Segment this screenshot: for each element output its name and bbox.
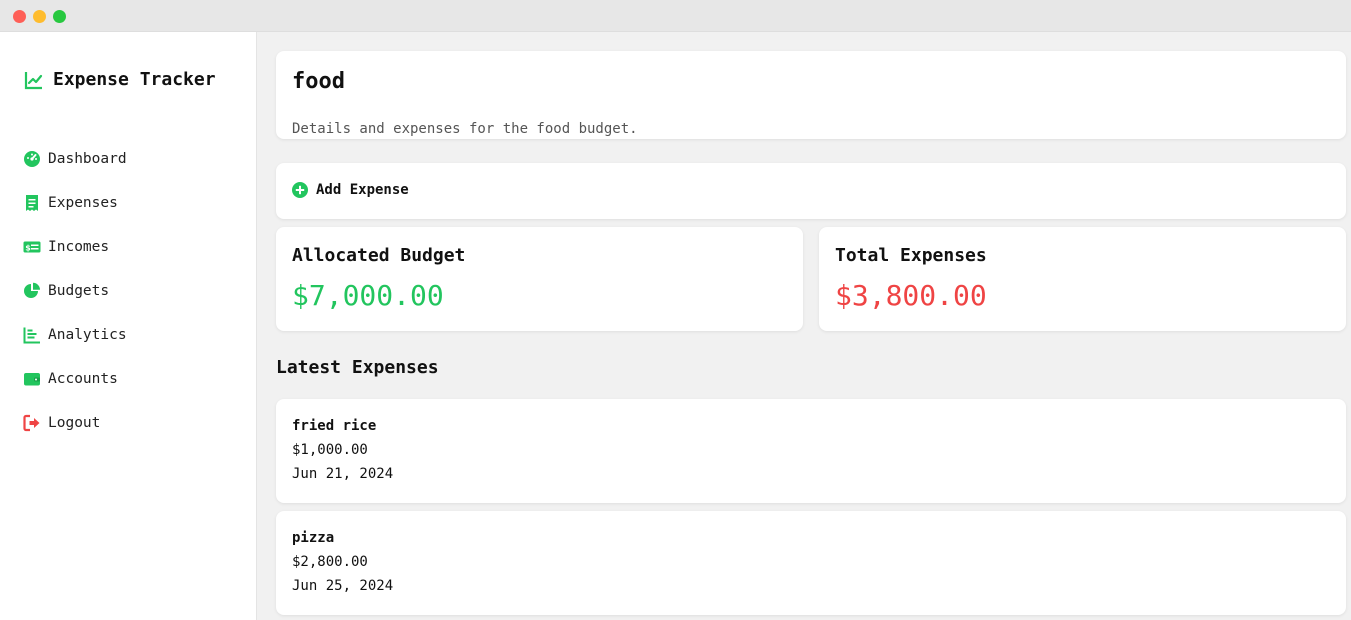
expense-name: fried rice: [292, 418, 377, 434]
gauge-icon: [23, 150, 41, 168]
total-expenses-label: Total Expenses: [835, 245, 987, 266]
wallet-icon: [23, 370, 41, 388]
list-item[interactable]: fried rice $1,000.00 Jun 21, 2024: [276, 399, 1346, 503]
sidebar-item-label: Accounts: [48, 371, 118, 387]
logout-icon: [23, 414, 41, 432]
expense-date: Jun 21, 2024: [292, 466, 394, 482]
bar-chart-icon: [23, 326, 41, 344]
add-expense-label: Add Expense: [316, 182, 409, 198]
page-title: food: [292, 69, 345, 94]
line-chart-icon: [24, 71, 43, 89]
total-expenses-card: Total Expenses $3,800.00: [819, 227, 1346, 331]
brand[interactable]: Expense Tracker: [24, 69, 216, 90]
expense-date: Jun 25, 2024: [292, 578, 394, 594]
budget-header-card: food Details and expenses for the food b…: [276, 51, 1346, 139]
add-expense-row: Add Expense: [292, 182, 409, 198]
app-title: Expense Tracker: [53, 69, 216, 90]
sidebar-item-dashboard[interactable]: Dashboard: [23, 137, 127, 181]
allocated-budget-value: $7,000.00: [292, 279, 444, 312]
expense-name: pizza: [292, 530, 335, 546]
add-expense-button[interactable]: Add Expense: [276, 163, 1346, 219]
window-titlebar: [0, 0, 1351, 32]
sidebar-item-logout[interactable]: Logout: [23, 401, 127, 445]
sidebar-item-label: Budgets: [48, 283, 110, 299]
expense-amount: $2,800.00: [292, 554, 368, 570]
plus-circle-icon: [292, 182, 308, 198]
sidebar-item-label: Expenses: [48, 195, 118, 211]
sidebar-item-incomes[interactable]: $ Incomes: [23, 225, 127, 269]
sidebar-item-label: Analytics: [48, 327, 127, 343]
app-window: Expense Tracker Dashboard Expenses $ Inc…: [0, 0, 1351, 620]
expense-amount: $1,000.00: [292, 442, 368, 458]
close-window-button[interactable]: [13, 10, 26, 23]
maximize-window-button[interactable]: [53, 10, 66, 23]
sidebar-item-label: Dashboard: [48, 151, 127, 167]
sidebar-item-accounts[interactable]: Accounts: [23, 357, 127, 401]
page-subtitle: Details and expenses for the food budget…: [292, 121, 638, 137]
sidebar-item-analytics[interactable]: Analytics: [23, 313, 127, 357]
receipt-icon: [23, 194, 41, 212]
sidebar-item-expenses[interactable]: Expenses: [23, 181, 127, 225]
latest-expenses-title: Latest Expenses: [276, 357, 439, 378]
sidebar: Expense Tracker Dashboard Expenses $ Inc…: [0, 32, 257, 620]
sidebar-item-label: Logout: [48, 415, 101, 431]
svg-text:$: $: [25, 243, 31, 252]
pie-chart-icon: [23, 282, 41, 300]
allocated-budget-label: Allocated Budget: [292, 245, 466, 266]
sidebar-item-budgets[interactable]: Budgets: [23, 269, 127, 313]
sidebar-item-label: Incomes: [48, 239, 110, 255]
total-expenses-value: $3,800.00: [835, 279, 987, 312]
minimize-window-button[interactable]: [33, 10, 46, 23]
money-bill-icon: $: [23, 238, 41, 256]
sidebar-nav: Dashboard Expenses $ Incomes Budgets Ana…: [23, 137, 127, 445]
allocated-budget-card: Allocated Budget $7,000.00: [276, 227, 803, 331]
list-item[interactable]: pizza $2,800.00 Jun 25, 2024: [276, 511, 1346, 615]
